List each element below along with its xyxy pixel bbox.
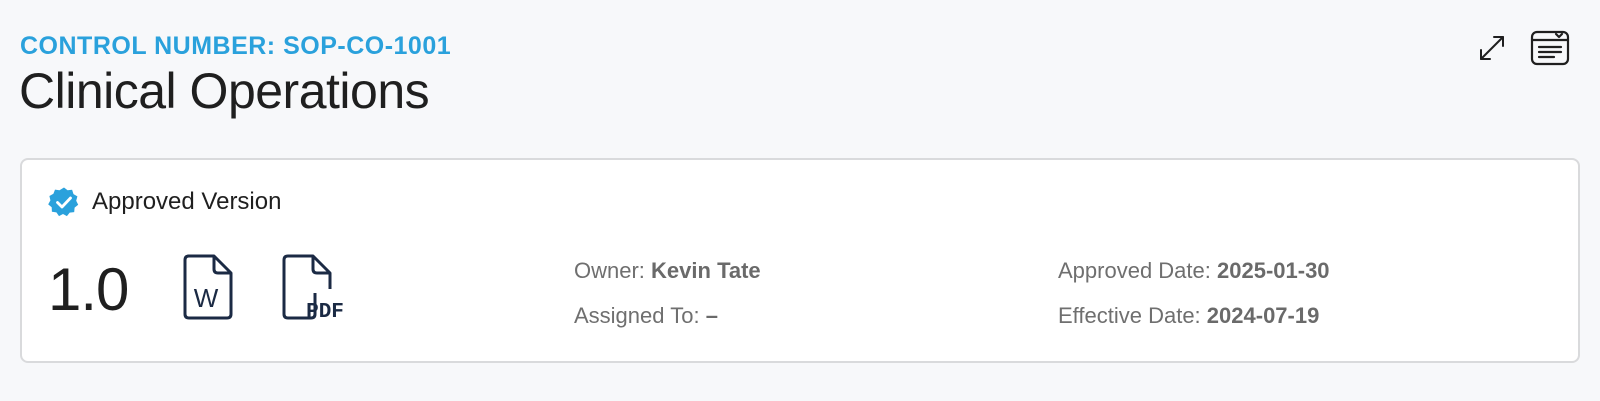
owner-value: Kevin Tate <box>651 258 761 283</box>
owner-label: Owner: <box>574 258 645 283</box>
effective-date-value: 2024-07-19 <box>1206 303 1320 328</box>
version-status-label: Approved Version <box>92 188 282 215</box>
download-word-button[interactable]: W <box>182 253 234 326</box>
assigned-to-field: Assigned To: – <box>574 303 718 329</box>
assigned-to-label: Assigned To: <box>574 303 700 328</box>
expand-button[interactable] <box>1472 28 1512 68</box>
approved-version-card: Approved Version 1.0 W PDF Owner: Kevin … <box>20 158 1580 363</box>
approved-date-label: Approved Date: <box>1058 258 1211 283</box>
word-document-icon: W <box>183 254 233 320</box>
approved-date-value: 2025-01-30 <box>1217 258 1330 283</box>
download-pdf-button[interactable]: PDF <box>281 253 349 326</box>
version-number: 1.0 <box>48 256 129 323</box>
assigned-to-value: – <box>705 303 718 328</box>
approved-date-field: Approved Date: 2025-01-30 <box>1058 258 1330 284</box>
effective-date-field: Effective Date: 2024-07-19 <box>1058 303 1319 329</box>
owner-field: Owner: Kevin Tate <box>574 258 761 284</box>
pdf-glyph: PDF <box>306 301 344 321</box>
verified-badge-icon <box>48 187 79 217</box>
control-number: CONTROL NUMBER: SOP-CO-1001 <box>20 32 452 60</box>
pdf-document-icon: PDF <box>282 254 344 324</box>
word-glyph: W <box>194 283 219 313</box>
version-status-header: Approved Version <box>48 186 281 218</box>
document-panel-icon <box>1530 30 1570 66</box>
document-panel-button[interactable] <box>1530 28 1570 68</box>
page-title: Clinical Operations <box>19 63 430 119</box>
effective-date-label: Effective Date: <box>1058 303 1201 328</box>
expand-icon <box>1480 36 1504 60</box>
header-actions <box>1472 28 1570 68</box>
